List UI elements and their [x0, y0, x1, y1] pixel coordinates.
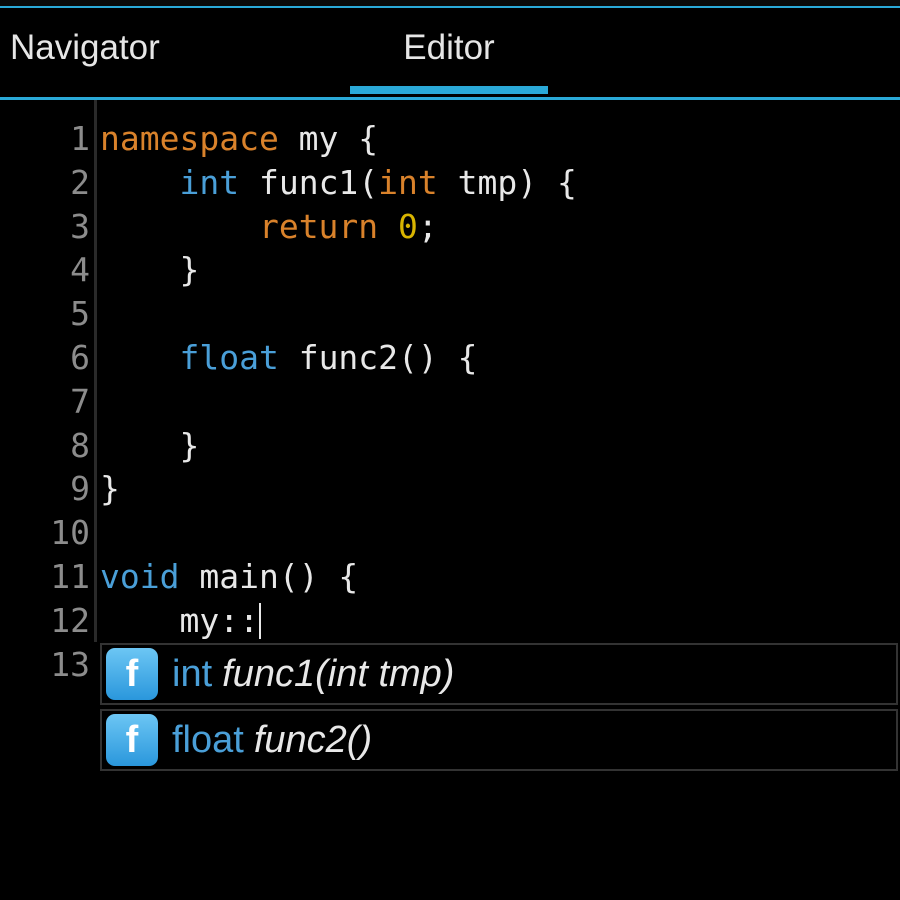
code-line[interactable]: }	[100, 424, 199, 468]
line-number: 5	[70, 294, 90, 334]
line-number: 6	[70, 338, 90, 377]
active-tab-indicator	[350, 86, 548, 94]
line-number: 9	[70, 469, 90, 509]
function-icon: f	[106, 648, 158, 700]
code-line[interactable]: namespace my {	[100, 117, 378, 161]
autocomplete-item[interactable]: f float func2()	[100, 709, 898, 771]
code-line[interactable]: float func2() {	[100, 336, 478, 380]
line-number: 13	[50, 644, 90, 684]
code-token: main() {	[179, 557, 359, 596]
line-number: 11	[50, 557, 90, 596]
code-token: float	[179, 338, 279, 377]
line-number: 7	[70, 381, 90, 421]
code-token: my {	[278, 119, 379, 158]
line-number: 2	[70, 162, 90, 202]
code-token: tmp) {	[437, 162, 577, 202]
code-token: 0	[398, 206, 418, 246]
code-line[interactable]: my::	[100, 599, 261, 643]
code-token: my::	[100, 600, 259, 640]
code-token: int	[378, 162, 438, 202]
gutter-divider	[94, 100, 97, 642]
suggestion-signature: func2()	[253, 718, 373, 761]
code-token: }	[100, 250, 200, 290]
text-cursor	[258, 602, 261, 639]
code-token: return	[258, 206, 379, 246]
code-line[interactable]: int func1(int tmp) {	[100, 161, 577, 205]
code-line[interactable]: void main() {	[100, 555, 358, 599]
code-line[interactable]: }	[100, 248, 199, 292]
code-token: int	[179, 162, 240, 202]
code-token: }	[100, 469, 120, 509]
code-token: }	[100, 425, 200, 465]
tab-navigator[interactable]: Navigator	[0, 2, 190, 94]
code-token: namespace	[100, 119, 279, 158]
tab-editor[interactable]: Editor	[350, 2, 548, 94]
autocomplete-popup: f int func1(int tmp) f float func2()	[100, 643, 898, 775]
suggestion-return-type: int	[172, 652, 213, 695]
function-icon: f	[106, 714, 158, 766]
line-number: 1	[70, 119, 90, 158]
line-number: 8	[70, 425, 90, 465]
line-number: 12	[50, 600, 90, 640]
line-number: 4	[70, 250, 90, 290]
line-number: 3	[70, 206, 90, 246]
code-token: ;	[417, 206, 438, 246]
code-token: void	[100, 557, 180, 596]
code-line[interactable]: return 0;	[100, 205, 438, 249]
code-token: func1(	[239, 162, 379, 202]
autocomplete-item[interactable]: f int func1(int tmp)	[100, 643, 898, 705]
code-line[interactable]: }	[100, 467, 120, 511]
code-token: func2() {	[278, 338, 478, 377]
line-number: 10	[50, 513, 90, 553]
suggestion-signature: func1(int tmp)	[222, 652, 455, 695]
suggestion-return-type: float	[172, 718, 244, 761]
